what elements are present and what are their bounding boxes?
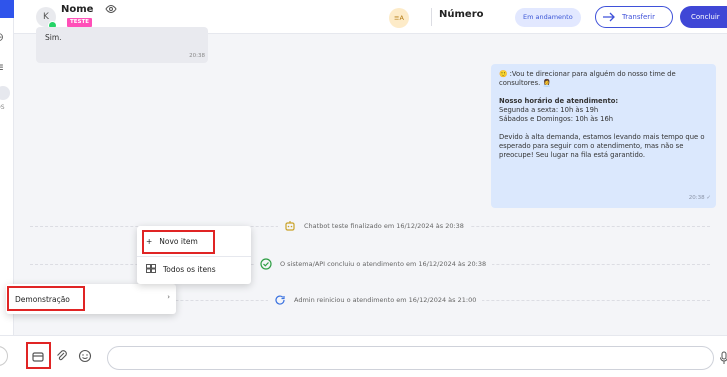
- transfer-label: Transferir: [622, 13, 655, 21]
- chevron-right-icon: ›: [167, 293, 170, 301]
- event-text: Chatbot teste finalizado em 16/12/2024 à…: [304, 222, 464, 230]
- paperclip-icon[interactable]: [55, 349, 69, 363]
- robot-icon: [284, 220, 296, 232]
- event-text: O sistema/API concluiu o atendimento em …: [280, 260, 487, 268]
- arrow-right-icon: [603, 12, 615, 22]
- rail-avatar[interactable]: [0, 86, 10, 100]
- finish-label: Concluir: [691, 13, 720, 21]
- finish-button[interactable]: Concluir ⌄: [680, 6, 727, 28]
- message-time: 20:38 ✓: [688, 195, 711, 201]
- highlight-box: [142, 230, 215, 254]
- divider: [137, 256, 251, 257]
- tag-badge: TESTE: [67, 18, 92, 27]
- rail-active-indicator: [0, 0, 14, 18]
- composer-left-button[interactable]: [0, 346, 8, 366]
- queue-button[interactable]: ≡A: [389, 8, 409, 28]
- menu-item-all[interactable]: Todos os itens: [143, 259, 245, 279]
- incoming-message: Sim. 20:38: [36, 27, 208, 63]
- contact-name[interactable]: Nome: [61, 4, 93, 15]
- menu-item-label: Todos os itens: [163, 264, 216, 274]
- eye-icon[interactable]: [105, 3, 117, 15]
- microphone-icon[interactable]: [719, 351, 727, 365]
- system-event-api: O sistema/API concluiu o atendimento em …: [254, 258, 493, 270]
- number-field[interactable]: Número: [439, 9, 484, 20]
- filter-icon[interactable]: ≡: [0, 60, 12, 78]
- hours-weekend: Sábados e Domingos: 10h às 16h: [499, 115, 614, 123]
- hours-weekdays: Segunda a sexta: 10h às 19h: [499, 106, 599, 114]
- hours-title: Nosso horário de atendimento:: [499, 97, 619, 105]
- refresh-icon: [274, 294, 286, 306]
- check-circle-icon: [260, 258, 272, 270]
- grid-icon: [146, 263, 156, 275]
- rail-label: OS: [0, 104, 5, 111]
- message-input[interactable]: [107, 346, 714, 370]
- system-event-chatbot: Chatbot teste finalizado em 16/12/2024 à…: [278, 220, 470, 232]
- message-time: 20:38: [189, 53, 205, 59]
- emoji-icon[interactable]: [78, 349, 92, 363]
- message-text: Sim.: [45, 33, 62, 42]
- outgoing-message: 🙂 :Vou te direcionar para alguém do noss…: [491, 64, 716, 208]
- header-divider: [431, 8, 432, 26]
- message-text: 🙂 :Vou te direcionar para alguém do noss…: [499, 70, 676, 87]
- highlight-box: [7, 286, 85, 311]
- transfer-button[interactable]: Transferir: [595, 6, 673, 28]
- status-badge[interactable]: Em andamento: [515, 8, 581, 27]
- left-rail: ⊕ ≡ OS: [0, 0, 14, 377]
- highlight-box: [26, 342, 51, 369]
- notice-text: Devido à alta demanda, estamos levando m…: [499, 133, 705, 159]
- event-text: Admin reiniciou o atendimento em 16/12/2…: [294, 296, 477, 304]
- add-circle-icon[interactable]: ⊕: [0, 30, 12, 48]
- system-event-restart: Admin reiniciou o atendimento em 16/12/2…: [268, 294, 483, 306]
